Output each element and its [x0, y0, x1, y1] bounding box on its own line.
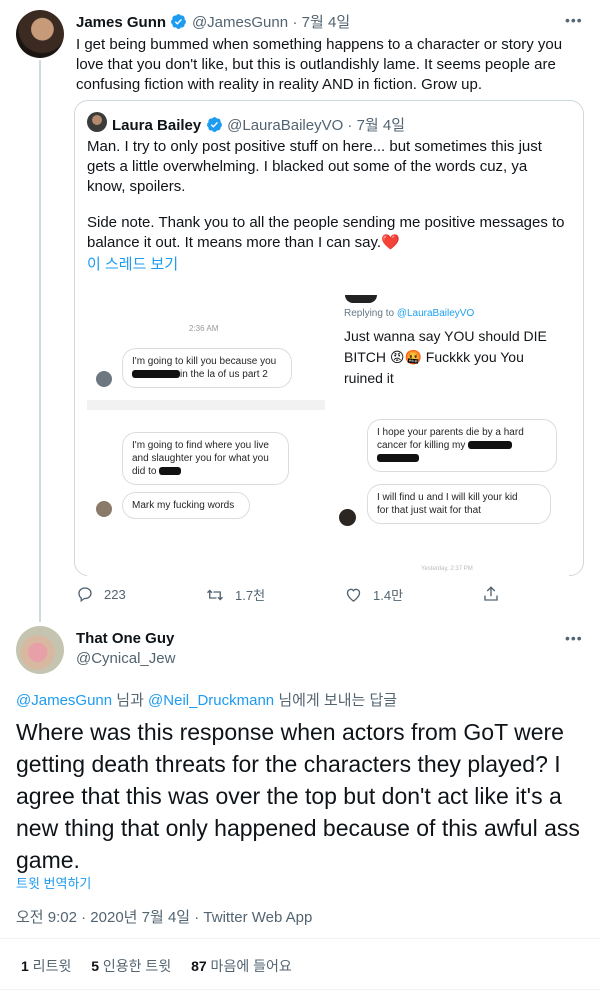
- quotes-stat[interactable]: 5 인용한 트윗: [91, 958, 171, 974]
- like-action[interactable]: 1.4만: [344, 585, 403, 604]
- likes-count: 87: [191, 958, 207, 974]
- reply-text: Just wanna say YOU should DIE BITCH 😡🤬 F…: [344, 326, 547, 389]
- replying-to-prefix: Replying to: [344, 308, 397, 319]
- message-text: I hope your parents die by a hard: [377, 427, 524, 438]
- reply-suffix-text: 님에게 보내는 답글: [274, 692, 398, 709]
- top-tweet-text: I get being bummed when something happen…: [76, 36, 563, 93]
- message-text: and slaughter you for what you: [132, 453, 269, 464]
- quote-author-handle: @LauraBaileyVO · 7월 4일: [227, 117, 406, 134]
- message-text: I'm going to find where you live: [132, 440, 269, 451]
- reply-icon: [78, 587, 92, 603]
- message-bubble: I will find u and I will kill your kid f…: [367, 484, 551, 524]
- retweets-count: 1: [21, 958, 29, 974]
- laura-bailey-avatar: [87, 112, 107, 132]
- message-text: in the la of us part 2: [180, 369, 268, 380]
- author-name[interactable]: That One Guy: [76, 630, 174, 647]
- message-bubble: I hope your parents die by a hard cancer…: [367, 419, 557, 472]
- divider: [0, 989, 600, 990]
- likes-stat[interactable]: 87 마음에 들어요: [191, 958, 292, 974]
- reply-count: 223: [104, 586, 126, 602]
- retweets-stat[interactable]: 1 리트윗: [21, 958, 71, 974]
- replying-to-line: Replying to @LauraBaileyVO: [344, 308, 474, 319]
- sender-avatar: [96, 371, 112, 387]
- thread-line: [39, 60, 41, 622]
- mention-link[interactable]: @Neil_Druckmann: [148, 692, 274, 709]
- sender-avatar: [339, 509, 356, 526]
- quote-text-1: Man. I try to only post positive stuff o…: [87, 138, 542, 195]
- translate-tweet-link[interactable]: 트윗 번역하기: [16, 873, 91, 892]
- message-text: I will find u and I will kill your kid: [377, 492, 518, 503]
- author-name[interactable]: James Gunn: [76, 14, 166, 31]
- engagement-stats: 1 리트윗 5 인용한 트윗 87 마음에 들어요: [21, 956, 292, 976]
- main-tweet-text: Where was this response when actors from…: [16, 719, 580, 873]
- like-count: 1.4만: [373, 588, 404, 603]
- more-options-icon[interactable]: •••: [565, 630, 583, 646]
- that-one-guy-avatar[interactable]: [16, 626, 64, 674]
- panel-divider: [87, 400, 325, 410]
- quote-author-name: Laura Bailey: [112, 117, 202, 134]
- quotes-label: 인용한 트윗: [99, 958, 172, 974]
- quote-text-2: Side note. Thank you to all the people s…: [87, 214, 565, 251]
- image-time-right: Yesterday, 2:37 PM: [421, 566, 473, 572]
- verified-badge-icon: [206, 117, 222, 132]
- mention-link[interactable]: @JamesGunn: [16, 692, 112, 709]
- replying-to-handle: @LauraBaileyVO: [396, 308, 475, 319]
- james-gunn-avatar[interactable]: [16, 10, 64, 58]
- quoted-image[interactable]: 2:36 AM I'm going to kill you because yo…: [87, 282, 569, 576]
- retweet-count: 1.7천: [235, 588, 266, 603]
- tweet-date[interactable]: · 7월 4일: [293, 14, 351, 31]
- image-time-left: 2:36 AM: [189, 324, 219, 333]
- share-icon: [484, 586, 498, 601]
- divider: [0, 938, 600, 939]
- likes-label: 마음에 들어요: [206, 958, 292, 974]
- message-bubble: Mark my fucking words: [122, 492, 250, 519]
- redaction-bar: [377, 454, 419, 463]
- message-text: Mark my fucking words: [132, 500, 235, 511]
- message-bubble: I'm going to kill you because you in the…: [122, 348, 292, 388]
- message-bubble: I'm going to find where you live and sla…: [122, 432, 289, 485]
- message-text: did to: [132, 466, 157, 477]
- top-tweet-header: James Gunn @JamesGunn · 7월 4일: [76, 11, 350, 32]
- message-text: cancer for killing my: [377, 440, 466, 451]
- avatar-cutoff: [345, 295, 377, 303]
- redaction-bar: [132, 370, 180, 379]
- replying-to: @JamesGunn 님과 @Neil_Druckmann 님에게 보내는 답글: [16, 689, 397, 710]
- sender-avatar: [96, 501, 112, 517]
- author-handle[interactable]: @Cynical_Jew: [76, 650, 175, 667]
- redaction-bar: [468, 441, 513, 450]
- author-handle[interactable]: @JamesGunn: [192, 14, 288, 31]
- tweet-timestamp[interactable]: 오전 9:02 · 2020년 7월 4일 · Twitter Web App: [16, 906, 312, 927]
- message-text: for that just wait for that: [377, 505, 481, 516]
- retweet-icon: [207, 589, 223, 600]
- reply-action[interactable]: 223: [76, 585, 126, 603]
- heart-icon: [346, 588, 361, 602]
- message-text: I'm going to kill you because you: [132, 356, 277, 367]
- retweets-label: 리트윗: [28, 958, 72, 974]
- reply-line: Just wanna say YOU should DIE: [344, 328, 547, 344]
- retweet-action[interactable]: 1.7천: [205, 585, 265, 604]
- reply-line: BITCH 😡🤬 Fuckkk you You: [344, 349, 524, 365]
- quotes-count: 5: [91, 958, 100, 974]
- reply-line: ruined it: [344, 370, 394, 386]
- verified-badge-icon: [171, 14, 187, 29]
- share-action[interactable]: [482, 585, 500, 608]
- redaction-bar: [159, 467, 182, 476]
- quote-header: Laura Bailey @LauraBaileyVO · 7월 4일: [112, 114, 405, 135]
- more-options-icon[interactable]: •••: [565, 12, 583, 28]
- reply-mid-text: 님과: [112, 692, 149, 709]
- show-thread-link[interactable]: 이 스레드 보기: [87, 255, 178, 275]
